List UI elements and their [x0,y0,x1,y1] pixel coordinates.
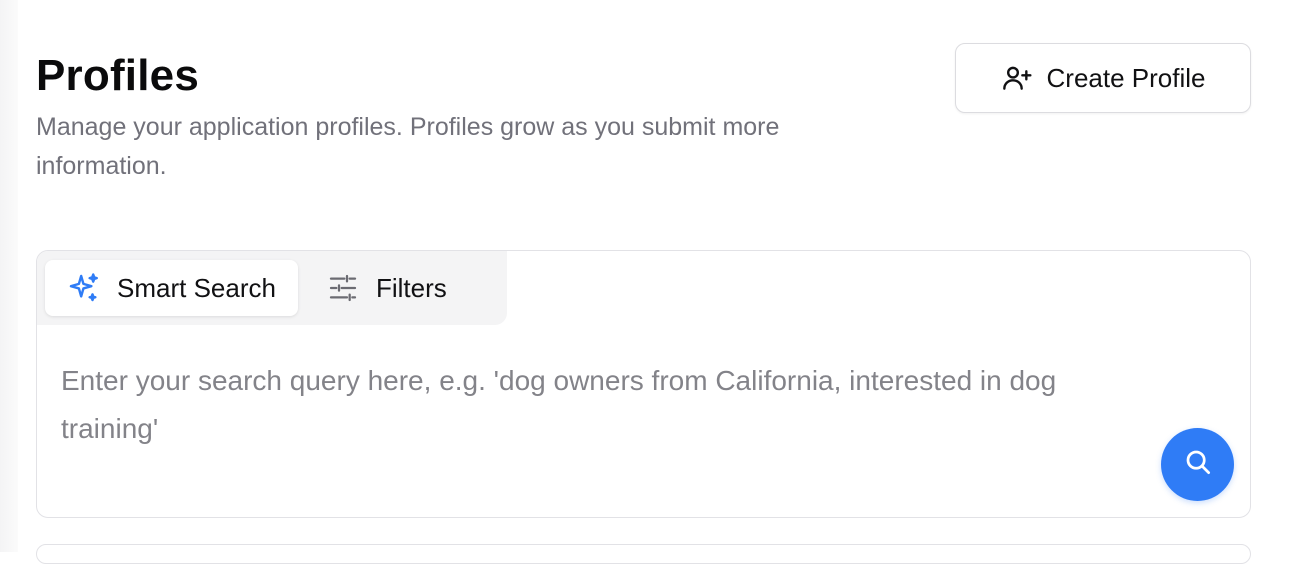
search-query-input[interactable] [61,357,1141,467]
tab-filters[interactable]: Filters [304,260,469,316]
page-title: Profiles [36,51,199,100]
next-panel-edge [36,544,1251,564]
tab-smart-search-label: Smart Search [117,272,276,303]
search-mode-tabs: Smart Search Filters [37,251,507,325]
create-profile-button[interactable]: Create Profile [955,43,1251,113]
create-profile-label: Create Profile [1046,62,1206,93]
search-panel: Smart Search Filters [36,250,1251,518]
left-rail [0,0,18,552]
user-plus-icon [1001,62,1033,94]
page-subtitle: Manage your application profiles. Profil… [36,113,780,180]
sparkles-icon [67,271,101,305]
page-header: Profiles Manage your application profile… [36,50,916,186]
search-icon [1183,447,1213,482]
tab-filters-label: Filters [375,272,447,303]
tab-smart-search[interactable]: Smart Search [45,260,298,316]
sliders-icon [326,271,360,305]
search-submit-button[interactable] [1161,428,1234,501]
